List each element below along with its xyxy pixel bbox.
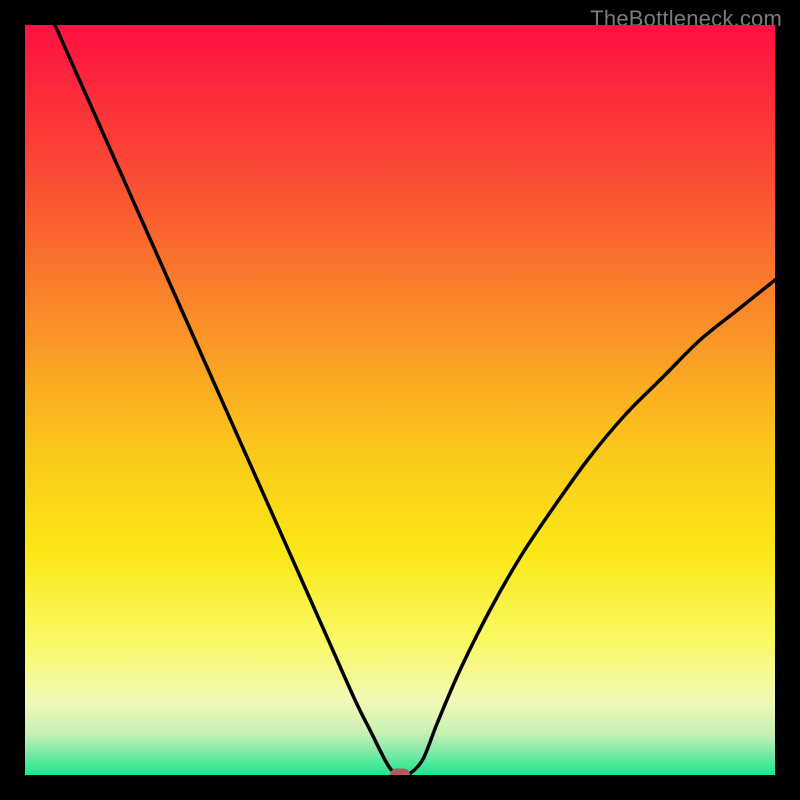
optimal-point-marker [390, 769, 410, 776]
curve-layer [25, 25, 775, 775]
bottleneck-curve [55, 25, 775, 775]
plot-area [25, 25, 775, 775]
chart-container: TheBottleneck.com [0, 0, 800, 800]
